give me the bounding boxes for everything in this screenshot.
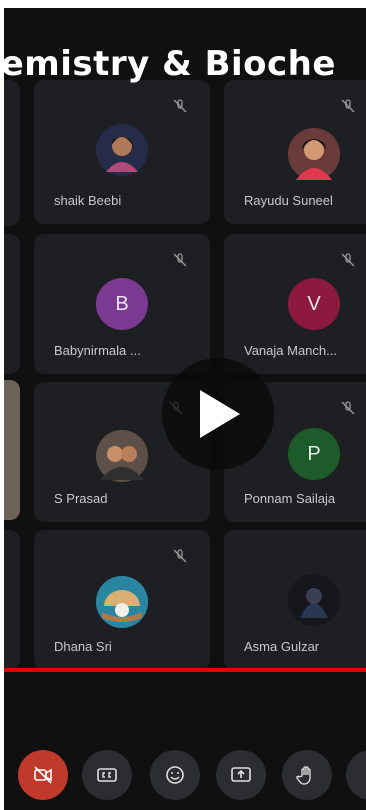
participant-name: Dhana Sri (54, 639, 112, 654)
participant-tile[interactable]: Asma Gulzar (224, 530, 366, 670)
closed-captions-icon (97, 768, 117, 782)
partial-tile-left-1 (4, 80, 20, 226)
more-options-icon (360, 764, 366, 786)
camera-off-button[interactable] (18, 750, 68, 800)
video-title: hemistry & Bioche (4, 44, 336, 84)
partial-tile-left-4 (4, 530, 20, 670)
participant-tile[interactable]: Dhana Sri (34, 530, 210, 670)
present-screen-button[interactable] (216, 750, 266, 800)
raise-hand-icon (296, 766, 311, 785)
avatar: P (288, 428, 340, 480)
avatar: V (288, 278, 340, 330)
avatar (96, 124, 148, 176)
participant-name: Rayudu Suneel (244, 193, 333, 208)
participant-name: S Prasad (54, 491, 108, 506)
participant-name: shaik Beebi (54, 193, 122, 208)
participant-name: Babynirmala ... (54, 343, 141, 358)
partial-tile-left-2 (4, 234, 20, 374)
captions-button[interactable] (82, 750, 132, 800)
video-frame[interactable]: hemistry & Bioche shaik Beebi Rayudu Sun… (4, 8, 366, 810)
more-options-button[interactable] (346, 750, 366, 800)
avatar: B (96, 278, 148, 330)
mic-muted-icon (341, 253, 355, 267)
avatar (96, 576, 148, 628)
participant-name: Ponnam Sailaja (244, 491, 336, 506)
play-icon (200, 390, 240, 438)
play-button[interactable] (162, 358, 274, 470)
participant-name: Vanaja Manch... (244, 343, 337, 358)
present-screen-icon (231, 767, 251, 782)
participant-tile[interactable]: V Vanaja Manch... (224, 234, 366, 374)
participant-tile[interactable]: Rayudu Suneel (224, 80, 366, 224)
participant-tile[interactable]: shaik Beebi (34, 80, 210, 224)
mic-muted-icon (341, 99, 355, 113)
participant-name: Asma Gulzar (244, 639, 320, 654)
emoji-icon (166, 766, 184, 784)
camera-off-icon (34, 766, 52, 784)
video-progress-bar[interactable] (4, 668, 366, 672)
mic-muted-icon (173, 99, 187, 113)
avatar (288, 574, 340, 626)
avatar (96, 430, 148, 482)
raise-hand-button[interactable] (282, 750, 332, 800)
emoji-button[interactable] (150, 750, 200, 800)
avatar (288, 128, 340, 180)
mic-muted-icon (341, 401, 355, 415)
video-progress-fill (4, 668, 366, 672)
participant-tile[interactable]: B Babynirmala ... (34, 234, 210, 374)
mic-muted-icon (173, 549, 187, 563)
mic-muted-icon (173, 253, 187, 267)
partial-tile-left-3 (4, 380, 20, 520)
